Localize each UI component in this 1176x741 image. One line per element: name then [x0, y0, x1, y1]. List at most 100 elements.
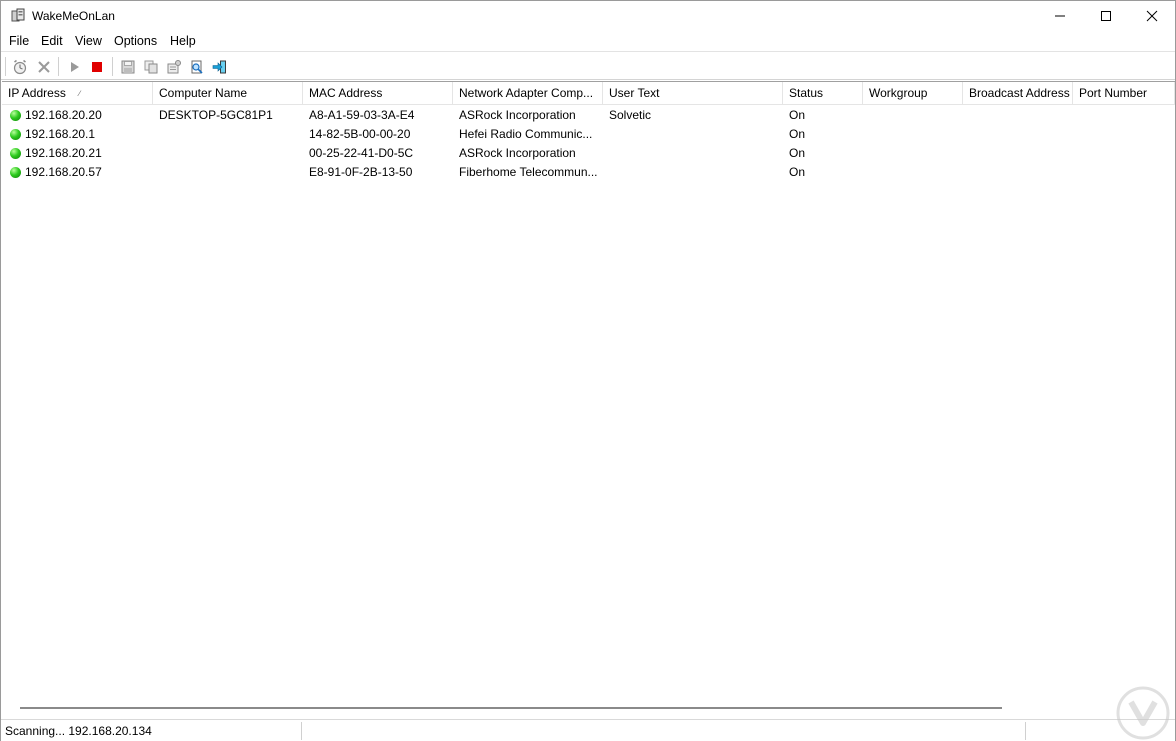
cell-port-number [1079, 125, 1169, 144]
cell-broadcast-address [969, 144, 1069, 163]
toolbar-separator [112, 57, 113, 76]
cell-computer-name [159, 144, 299, 163]
column-header-broadcast-address[interactable]: Broadcast Address [963, 82, 1073, 105]
copy-icon [144, 60, 158, 74]
cell-network-adapter: ASRock Incorporation [459, 146, 576, 160]
cell-port-number [1079, 144, 1169, 163]
cell-ip-address: 192.168.20.1 [25, 127, 96, 141]
column-header-port-number[interactable]: Port Number [1073, 82, 1175, 105]
delete-button[interactable] [34, 57, 54, 77]
cell-status: On [789, 146, 806, 160]
minimize-button[interactable] [1037, 1, 1083, 31]
stop-icon [92, 62, 102, 72]
title-bar: WakeMeOnLan [1, 1, 1175, 31]
cell-workgroup [869, 163, 959, 182]
column-header-network-adapter[interactable]: Network Adapter Comp... [453, 82, 603, 105]
cell-user-text [609, 144, 779, 163]
sort-indicator-icon: ∕ [79, 89, 81, 98]
column-header-label: Broadcast Address [969, 86, 1070, 100]
status-on-icon [10, 110, 21, 121]
find-icon [191, 60, 203, 74]
cell-broadcast-address [969, 125, 1069, 144]
menu-help[interactable]: Help [170, 34, 196, 48]
start-scan-button[interactable] [64, 57, 84, 77]
menu-options[interactable]: Options [114, 34, 157, 48]
column-header-status[interactable]: Status [783, 82, 863, 105]
cell-workgroup [869, 125, 959, 144]
horizontal-scrollbar[interactable] [20, 707, 1002, 709]
properties-button[interactable] [164, 57, 184, 77]
play-icon [71, 62, 79, 72]
cell-status: On [789, 165, 806, 179]
close-button[interactable] [1129, 1, 1175, 31]
status-on-icon [10, 167, 21, 178]
delete-x-icon [38, 61, 50, 73]
table-row[interactable]: 192.168.20.1 14-82-5B-00-00-20 Hefei Rad… [2, 125, 1175, 144]
column-header-workgroup[interactable]: Workgroup [863, 82, 963, 105]
cell-computer-name [159, 125, 299, 144]
cell-computer-name: DESKTOP-5GC81P1 [159, 108, 273, 122]
wake-up-button[interactable] [10, 57, 30, 77]
cell-ip-address: 192.168.20.20 [25, 108, 102, 122]
cell-port-number [1079, 106, 1169, 125]
minimize-icon [1055, 15, 1065, 17]
maximize-icon [1101, 11, 1111, 21]
window-title: WakeMeOnLan [32, 9, 115, 23]
column-header-user-text[interactable]: User Text [603, 82, 783, 105]
cell-mac-address: E8-91-0F-2B-13-50 [309, 165, 413, 179]
cell-computer-name [159, 163, 299, 182]
column-header-label: MAC Address [309, 86, 383, 100]
save-icon [121, 60, 135, 74]
cell-ip-address: 192.168.20.57 [25, 165, 102, 179]
exit-button[interactable] [210, 57, 230, 77]
cell-user-text [609, 125, 779, 144]
close-icon [1146, 10, 1158, 22]
cell-status: On [789, 108, 806, 122]
column-header-label: Port Number [1079, 86, 1148, 100]
alarm-clock-icon [13, 59, 27, 75]
column-header-label: User Text [609, 86, 660, 100]
cell-workgroup [869, 144, 959, 163]
column-header-ip-address[interactable]: IP Address ∕ [2, 82, 153, 105]
device-list[interactable]: IP Address ∕ Computer Name MAC Address N… [2, 81, 1175, 719]
column-header-mac-address[interactable]: MAC Address [303, 82, 453, 105]
cell-mac-address: A8-A1-59-03-3A-E4 [309, 108, 415, 122]
cell-ip-address: 192.168.20.21 [25, 146, 102, 160]
column-header-computer-name[interactable]: Computer Name [153, 82, 303, 105]
save-button[interactable] [118, 57, 138, 77]
column-header-label: Workgroup [869, 86, 928, 100]
cell-network-adapter: Hefei Radio Communic... [459, 127, 593, 141]
cell-mac-address: 14-82-5B-00-00-20 [309, 127, 411, 141]
exit-icon [212, 60, 226, 74]
properties-icon [167, 60, 181, 74]
maximize-button[interactable] [1083, 1, 1129, 31]
column-header-label: IP Address [8, 86, 66, 100]
status-on-icon [10, 148, 21, 159]
column-header-label: Computer Name [159, 86, 248, 100]
app-window: WakeMeOnLan File Edit View Options Help [0, 0, 1176, 741]
cell-broadcast-address [969, 163, 1069, 182]
cell-mac-address: 00-25-22-41-D0-5C [309, 146, 414, 160]
status-bar: Scanning... 192.168.20.134 [1, 719, 1175, 741]
menu-view[interactable]: View [75, 34, 102, 48]
status-divider [1025, 722, 1026, 740]
cell-user-text: Solvetic [609, 108, 652, 122]
status-divider [301, 722, 302, 740]
copy-button[interactable] [141, 57, 161, 77]
cell-user-text [609, 163, 779, 182]
cell-port-number [1079, 163, 1169, 182]
menu-bar: File Edit View Options Help [1, 31, 1175, 52]
menu-file[interactable]: File [9, 34, 29, 48]
watermark-logo [1116, 686, 1170, 740]
app-icon [11, 8, 25, 22]
toolbar-separator [5, 57, 6, 76]
menu-edit[interactable]: Edit [41, 34, 63, 48]
table-row[interactable]: 192.168.20.21 00-25-22-41-D0-5C ASRock I… [2, 144, 1175, 163]
column-header-label: Network Adapter Comp... [459, 86, 594, 100]
table-row[interactable]: 192.168.20.57 E8-91-0F-2B-13-50 Fiberhom… [2, 163, 1175, 182]
cell-network-adapter: ASRock Incorporation [459, 108, 576, 122]
status-text: Scanning... 192.168.20.134 [5, 724, 152, 738]
stop-scan-button[interactable] [87, 57, 107, 77]
find-button[interactable] [187, 57, 207, 77]
table-row[interactable]: 192.168.20.20 DESKTOP-5GC81P1 A8-A1-59-0… [2, 106, 1175, 125]
